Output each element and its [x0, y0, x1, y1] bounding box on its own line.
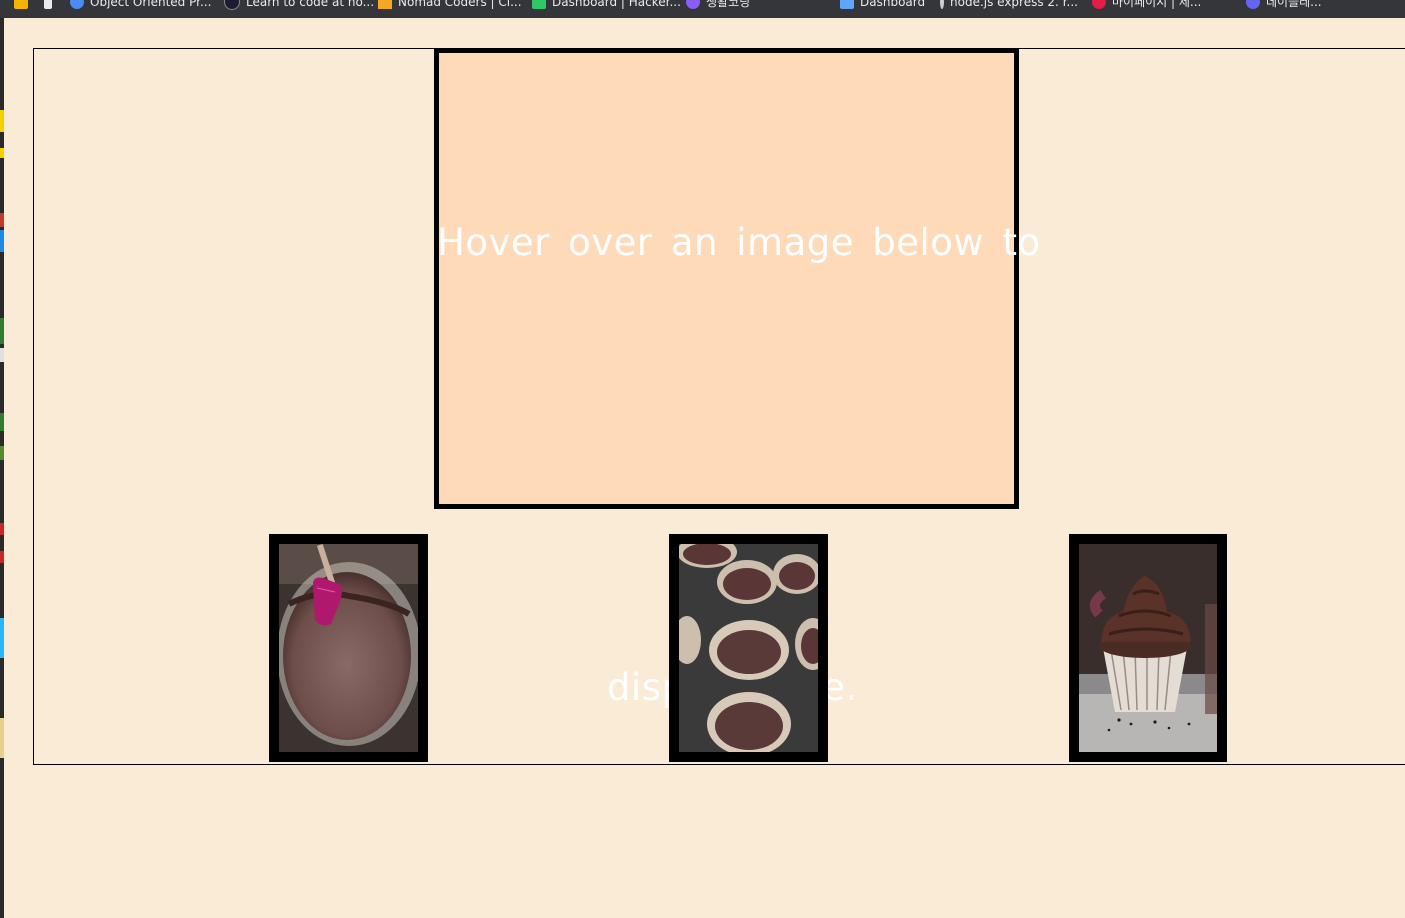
batter-bowl-image	[279, 544, 418, 752]
frosted-cupcake-image	[1079, 544, 1217, 752]
grid-icon	[840, 0, 854, 9]
bookmark-label: Dashboard	[860, 0, 926, 9]
n-logo-icon	[224, 0, 240, 10]
thumbnail-muffin-tin[interactable]	[669, 534, 828, 762]
more-vertical-icon	[940, 0, 944, 9]
bookmark-item-3[interactable]: Dashboard | Hacker...	[532, 0, 681, 11]
bookmark-item-0[interactable]: Object Oriented Pr...	[70, 0, 211, 11]
globe-icon	[686, 0, 700, 9]
image-display-area: Hover over an image below todisplay here…	[434, 48, 1040, 709]
bookmark-item-1[interactable]: Learn to code at ho...	[224, 0, 374, 11]
warning-triangle-icon	[378, 0, 392, 9]
display-text-line1: Hover over an image below to	[437, 221, 1041, 264]
bookmark-label: 데이블레...	[1266, 0, 1322, 9]
bookmark-label: Nomad Coders | Cl...	[398, 0, 522, 9]
heart-icon	[1092, 0, 1106, 9]
bookmark-folder-icon[interactable]	[44, 0, 52, 11]
infinity-icon	[70, 0, 84, 9]
bookmarks-bar: Object Oriented Pr... Learn to code at h…	[0, 0, 1405, 18]
bookmark-label: 생활코딩	[706, 0, 751, 9]
muffin-tin-image	[679, 544, 818, 752]
bookmark-item-7[interactable]: 마이페이지 | 제...	[1092, 0, 1201, 11]
bookmark-item-5[interactable]: Dashboard	[840, 0, 925, 11]
bookmark-label: node.js express 2. r...	[950, 0, 1078, 9]
bookmark-label: Object Oriented Pr...	[90, 0, 212, 9]
thumbnail-batter-bowl[interactable]	[269, 534, 428, 762]
bookmark-item-4[interactable]: 생활코딩	[686, 0, 750, 11]
bookmark-label: 마이페이지 | 제...	[1112, 0, 1202, 9]
bookmark-label: Learn to code at ho...	[246, 0, 375, 9]
bookmark-label: Dashboard | Hacker...	[552, 0, 681, 9]
bookmark-item-6[interactable]: node.js express 2. r...	[940, 0, 1078, 11]
window-edge-strip	[0, 18, 4, 918]
bookmark-item-2[interactable]: Nomad Coders | Cl...	[378, 0, 522, 11]
apps-grid-icon[interactable]	[14, 0, 28, 11]
hackerrank-icon	[532, 0, 546, 9]
plus-circle-icon	[1246, 0, 1260, 9]
bookmark-item-8[interactable]: 데이블레...	[1246, 0, 1322, 11]
thumbnail-frosted-cupcake[interactable]	[1069, 534, 1227, 762]
